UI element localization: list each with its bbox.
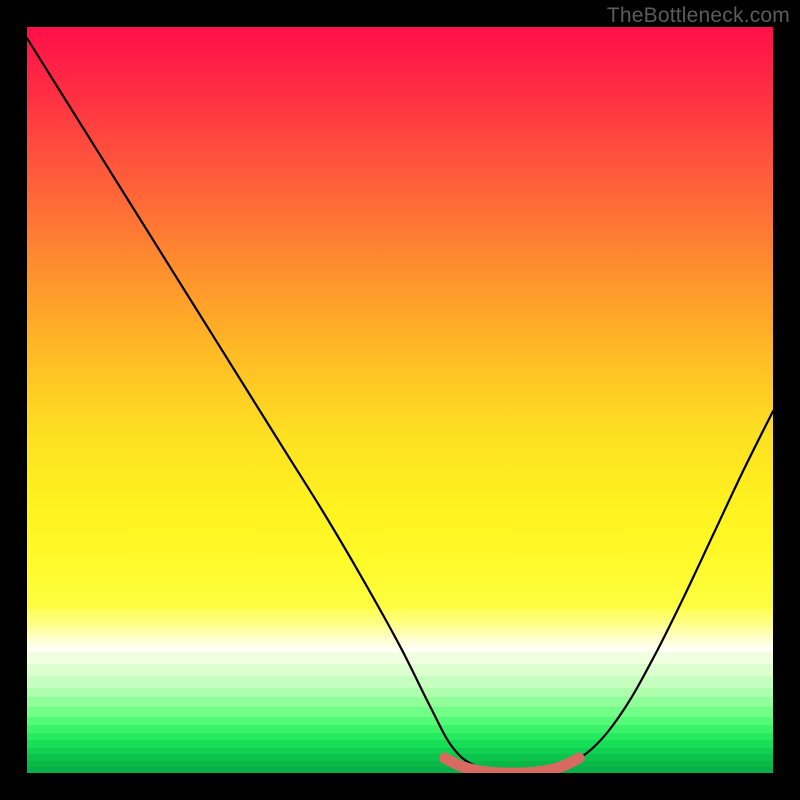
watermark-label: TheBottleneck.com <box>607 4 790 28</box>
plot-area <box>27 27 773 773</box>
bottleneck-curve <box>27 38 773 773</box>
chart-overlay <box>27 27 773 773</box>
chart-stage: TheBottleneck.com <box>0 0 800 800</box>
